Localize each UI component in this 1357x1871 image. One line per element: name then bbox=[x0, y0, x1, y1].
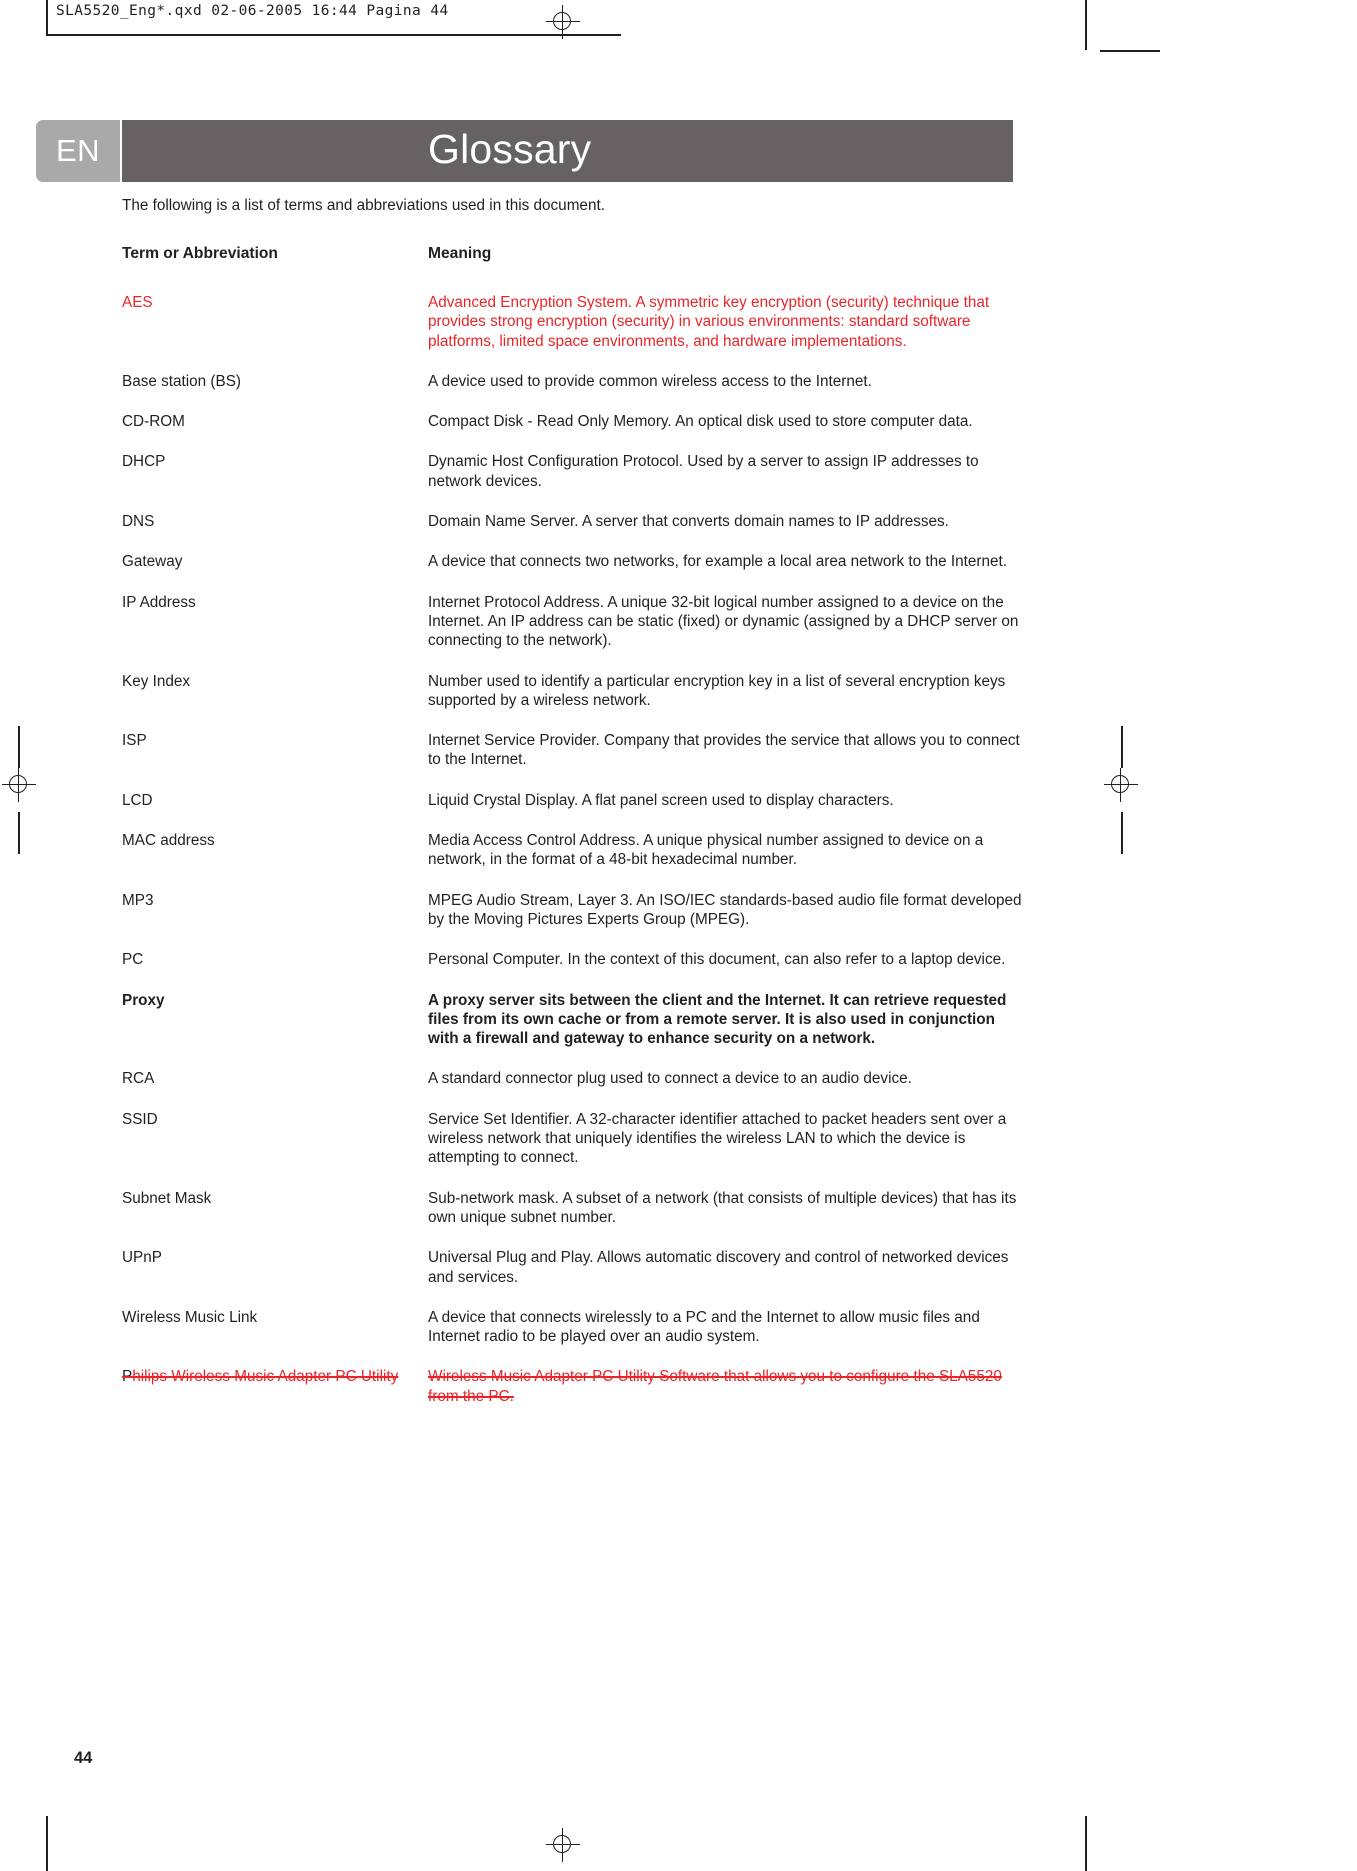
glossary-content: The following is a list of terms and abb… bbox=[122, 196, 1022, 1427]
intro-paragraph: The following is a list of terms and abb… bbox=[122, 197, 605, 214]
column-header-meaning: Meaning bbox=[428, 245, 492, 262]
crop-mark-bottom-right bbox=[1085, 1816, 1087, 1871]
table-row: SSID Service Set Identifier. A 32-charact… bbox=[122, 1110, 1022, 1189]
crop-mark-right-lower bbox=[1121, 812, 1123, 854]
glossary-term: DHCP bbox=[122, 453, 166, 471]
table-row: DHCP Dynamic Host Configuration Protocol.… bbox=[122, 452, 1022, 512]
table-row: DNS Domain Name Server. A server that con… bbox=[122, 512, 1022, 552]
glossary-meaning: Sub-network mask. A subset of a network … bbox=[428, 1189, 1017, 1226]
glossary-meaning: Internet Protocol Address. A unique 32-b… bbox=[428, 593, 1019, 650]
glossary-term: Gateway bbox=[122, 553, 183, 571]
glossary-term: CD-ROM bbox=[122, 413, 185, 431]
table-row: LCD Liquid Crystal Display. A flat panel … bbox=[122, 791, 1022, 831]
crop-mark-left-upper bbox=[18, 726, 20, 768]
glossary-meaning: A device used to provide common wireless… bbox=[428, 372, 872, 390]
table-row: Base station (BS) A device used to provid… bbox=[122, 372, 1022, 412]
page-title: Glossary bbox=[428, 126, 592, 172]
table-row: UPnP Universal Plug and Play. Allows auto… bbox=[122, 1248, 1022, 1308]
crop-mark-left-lower bbox=[18, 812, 20, 854]
table-row: Subnet Mask Sub-network mask. A subset of… bbox=[122, 1189, 1022, 1249]
registration-mark-bottom bbox=[546, 1828, 580, 1862]
glossary-meaning: Domain Name Server. A server that conver… bbox=[428, 513, 949, 531]
language-badge: EN bbox=[36, 120, 120, 182]
page-number: 44 bbox=[74, 1749, 93, 1767]
glossary-meaning: Internet Service Provider. Company that … bbox=[428, 732, 1020, 769]
glossary-meaning: A device that connects two networks, for… bbox=[428, 553, 1008, 571]
glossary-term: MP3 bbox=[122, 891, 154, 909]
glossary-term: UPnP bbox=[122, 1249, 162, 1267]
glossary-meaning: MPEG Audio Stream, Layer 3. An ISO/IEC s… bbox=[428, 891, 1022, 928]
glossary-term: Philips Wireless Music Adapter PC Utilit… bbox=[122, 1367, 428, 1427]
glossary-term: PC bbox=[122, 951, 144, 969]
glossary-term-rest: hilips Wireless Music Adapter PC Utility bbox=[132, 1368, 399, 1386]
table-row: MP3 MPEG Audio Stream, Layer 3. An ISO/IE… bbox=[122, 891, 1022, 951]
table-row: Proxy A proxy server sits between the cli… bbox=[122, 991, 1022, 1070]
crop-mark-top-right-horizontal bbox=[1100, 50, 1160, 52]
glossary-term: ISP bbox=[122, 732, 147, 750]
glossary-term: LCD bbox=[122, 791, 153, 809]
table-row: IP Address Internet Protocol Address. A u… bbox=[122, 593, 1022, 672]
glossary-term-lead: P bbox=[122, 1368, 133, 1386]
table-row: MAC address Media Access Control Address.… bbox=[122, 831, 1022, 891]
glossary-meaning: A standard connector plug used to connec… bbox=[428, 1070, 912, 1088]
registration-mark-right bbox=[1104, 768, 1138, 802]
table-row: Philips Wireless Music Adapter PC Utilit… bbox=[122, 1367, 1022, 1427]
table-row: ISP Internet Service Provider. Company th… bbox=[122, 731, 1022, 791]
glossary-table: Term or Abbreviation Meaning AES Advanced… bbox=[122, 245, 1022, 1427]
glossary-meaning: Universal Plug and Play. Allows automati… bbox=[428, 1249, 1009, 1286]
glossary-meaning: Compact Disk - Read Only Memory. An opti… bbox=[428, 413, 973, 431]
crop-mark-bottom-left bbox=[46, 1816, 48, 1871]
file-slug-text: SLA5520_Eng*.qxd 02-06-2005 16:44 Pagina… bbox=[56, 3, 449, 19]
table-header-row: Term or Abbreviation Meaning bbox=[122, 245, 1022, 293]
glossary-term: DNS bbox=[122, 513, 155, 531]
glossary-table-body: AES Advanced Encryption System. A symmetr… bbox=[122, 293, 1022, 1427]
crop-mark-top-right bbox=[1085, 0, 1087, 50]
glossary-meaning: Advanced Encryption System. A symmetric … bbox=[428, 294, 990, 350]
glossary-term: RCA bbox=[122, 1070, 155, 1088]
column-header-term: Term or Abbreviation bbox=[122, 245, 278, 262]
registration-mark-left bbox=[2, 768, 36, 802]
glossary-meaning: Media Access Control Address. A unique p… bbox=[428, 832, 984, 869]
glossary-meaning: Dynamic Host Configuration Protocol. Use… bbox=[428, 453, 979, 490]
glossary-term: Base station (BS) bbox=[122, 372, 242, 390]
glossary-term: IP Address bbox=[122, 593, 196, 611]
table-row: Gateway A device that connects two networ… bbox=[122, 552, 1022, 592]
glossary-meaning: Wireless Music Adapter PC Utility Softwa… bbox=[428, 1368, 1002, 1405]
glossary-term: MAC address bbox=[122, 832, 215, 850]
table-row: RCA A standard connector plug used to con… bbox=[122, 1069, 1022, 1109]
glossary-meaning: A proxy server sits between the client a… bbox=[428, 991, 1007, 1048]
glossary-term: Key Index bbox=[122, 672, 191, 690]
glossary-term: Proxy bbox=[122, 991, 165, 1009]
table-row: Key Index Number used to identify a parti… bbox=[122, 672, 1022, 732]
glossary-meaning: Liquid Crystal Display. A flat panel scr… bbox=[428, 791, 894, 809]
glossary-meaning: A device that connects wirelessly to a P… bbox=[428, 1308, 980, 1346]
table-row: PC Personal Computer. In the context of t… bbox=[122, 950, 1022, 990]
table-row: CD-ROM Compact Disk - Read Only Memory. A… bbox=[122, 412, 1022, 452]
table-row: AES Advanced Encryption System. A symmetr… bbox=[122, 293, 1022, 372]
glossary-term: Subnet Mask bbox=[122, 1189, 212, 1207]
crop-mark-right-upper bbox=[1121, 726, 1123, 768]
table-row: Wireless Music Link A device that connect… bbox=[122, 1308, 1022, 1368]
glossary-term: Wireless Music Link bbox=[122, 1308, 258, 1326]
glossary-meaning: Number used to identify a particular enc… bbox=[428, 672, 1006, 709]
glossary-term: AES bbox=[122, 294, 153, 311]
glossary-term: SSID bbox=[122, 1110, 158, 1128]
glossary-meaning: Personal Computer. In the context of thi… bbox=[428, 951, 1006, 969]
glossary-meaning: Service Set Identifier. A 32-character i… bbox=[428, 1110, 1007, 1167]
